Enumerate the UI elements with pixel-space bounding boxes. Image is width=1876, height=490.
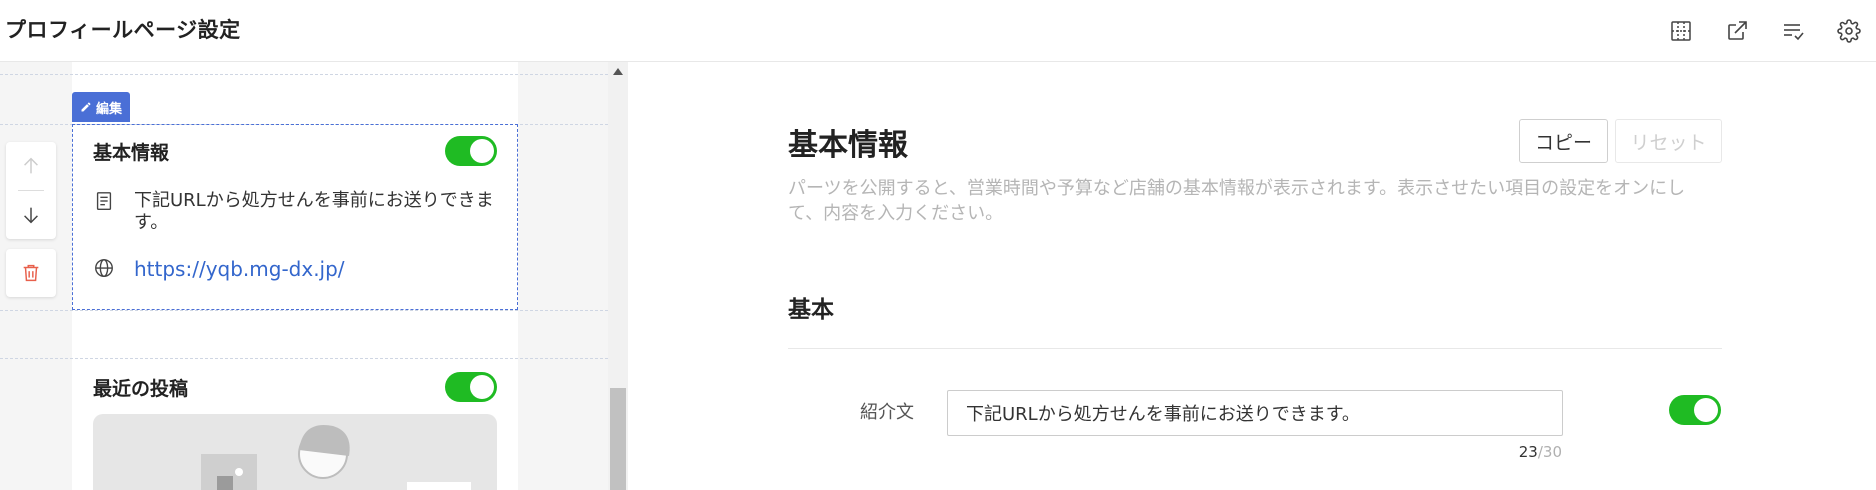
section-divider [788, 348, 1722, 349]
gear-icon[interactable] [1832, 14, 1866, 48]
copy-button[interactable]: コピー [1519, 119, 1608, 163]
section-title: 基本情報 [788, 128, 908, 163]
description-text: 下記URLから処方せんを事前にお送りできます。 [134, 190, 494, 233]
posts-placeholder-image [93, 414, 497, 490]
scroll-thumb[interactable] [610, 388, 626, 490]
intro-text-input[interactable] [947, 390, 1563, 436]
delete-button[interactable] [6, 249, 56, 297]
preview-scrollbar[interactable] [608, 62, 628, 490]
settings-pane: 基本情報 コピー リセット パーツを公開すると、営業時間や予算など店舗の基本情報… [628, 62, 1876, 490]
document-icon [96, 192, 112, 210]
illustration-icon [201, 425, 471, 490]
block-divider [0, 358, 608, 359]
app-header: プロフィールページ設定 [0, 0, 1876, 62]
basic-info-card-title: 基本情報 [93, 142, 170, 164]
description-row: 下記URLから処方せんを事前にお送りできます。 [93, 190, 494, 234]
block-divider [0, 310, 608, 311]
website-link[interactable]: https://yqb.mg-dx.jp/ [134, 257, 345, 281]
pencil-icon [81, 102, 91, 112]
external-link-icon[interactable] [1720, 14, 1754, 48]
scroll-up-arrow-icon[interactable] [613, 68, 623, 75]
globe-icon [95, 259, 113, 277]
header-actions [1664, 14, 1866, 48]
reset-button[interactable]: リセット [1615, 119, 1722, 163]
subsection-title: 基本 [788, 297, 834, 323]
preview-pane: 編集 基本情報 下記URLから処方せんを事前にお送りできます。 https://… [0, 62, 628, 490]
move-up-button[interactable] [6, 142, 56, 190]
trash-icon [23, 264, 39, 282]
move-down-button[interactable] [6, 191, 56, 239]
recent-posts-card-title: 最近の投稿 [93, 378, 189, 400]
checklist-icon[interactable] [1776, 14, 1810, 48]
intro-field-label: 紹介文 [860, 402, 914, 423]
edit-label: 編集 [96, 101, 123, 117]
delete-tools [6, 249, 56, 297]
char-max: /30 [1537, 443, 1562, 461]
block-divider [0, 74, 608, 75]
section-description: パーツを公開すると、営業時間や予算など店舗の基本情報が表示されます。表示させたい… [788, 178, 1686, 224]
grid-layout-icon[interactable] [1664, 14, 1698, 48]
basic-info-toggle[interactable] [445, 136, 497, 166]
page-title: プロフィールページ設定 [5, 18, 241, 42]
recent-posts-toggle[interactable] [445, 372, 497, 402]
char-count: 23 [1518, 443, 1538, 461]
arrow-down-icon [24, 207, 38, 224]
char-counter: 23/30 [1502, 443, 1562, 461]
arrow-up-icon [24, 157, 38, 174]
url-row: https://yqb.mg-dx.jp/ [93, 257, 345, 281]
move-tools [6, 142, 56, 239]
edit-button[interactable]: 編集 [72, 92, 131, 122]
intro-field-toggle[interactable] [1669, 395, 1721, 425]
block-tools [6, 142, 56, 297]
